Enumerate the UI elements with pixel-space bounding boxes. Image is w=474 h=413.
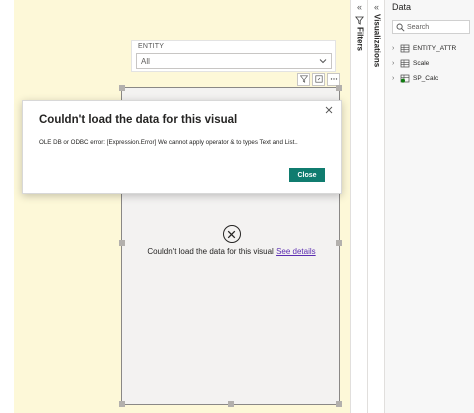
chevron-right-icon[interactable]: › xyxy=(392,60,400,67)
search-placeholder: Search xyxy=(407,24,430,31)
search-icon xyxy=(396,23,405,32)
data-pane: Data Search › ENTITY_ATTR › Scale › SP_C… xyxy=(385,0,474,413)
list-item[interactable]: › ENTITY_ATTR xyxy=(392,41,474,56)
visual-filter-button[interactable] xyxy=(297,72,310,86)
dialog-title: Couldn't load the data for this visual xyxy=(39,114,238,126)
resize-handle[interactable] xyxy=(119,401,125,407)
visualizations-label: Visualizations xyxy=(372,14,382,68)
focus-mode-button[interactable] xyxy=(312,72,325,86)
list-item[interactable]: › SP_Calc xyxy=(392,71,474,86)
data-search-input[interactable]: Search xyxy=(392,20,470,34)
slicer-dropdown[interactable]: All xyxy=(136,53,332,69)
resize-handle[interactable] xyxy=(228,401,234,407)
chevron-right-icon[interactable]: › xyxy=(392,45,400,52)
resize-handle[interactable] xyxy=(119,85,125,91)
resize-handle[interactable] xyxy=(336,85,342,91)
slicer-selected-value: All xyxy=(141,57,150,66)
filters-pane[interactable]: « Filters xyxy=(350,0,368,413)
chevron-right-icon[interactable]: › xyxy=(392,75,400,82)
field-name: ENTITY_ATTR xyxy=(413,45,457,52)
entity-slicer[interactable]: ENTITY All xyxy=(131,40,336,72)
more-options-icon xyxy=(330,78,337,80)
field-name: Scale xyxy=(413,60,430,67)
dialog-error-message: OLE DB or ODBC error: [Expression.Error]… xyxy=(39,139,298,146)
focus-mode-icon xyxy=(314,75,323,83)
filter-icon xyxy=(299,75,308,83)
resize-handle[interactable] xyxy=(336,401,342,407)
table-icon xyxy=(400,44,410,53)
expand-visualizations-icon[interactable]: « xyxy=(371,2,382,12)
calculated-table-icon xyxy=(400,74,410,83)
slicer-title: ENTITY xyxy=(138,43,165,50)
error-circle-icon xyxy=(222,225,241,243)
expand-filters-icon[interactable]: « xyxy=(354,2,365,12)
visualizations-pane[interactable]: « Visualizations xyxy=(368,0,385,413)
list-item[interactable]: › Scale xyxy=(392,56,474,71)
data-pane-title: Data xyxy=(392,2,412,12)
table-icon xyxy=(400,59,410,68)
more-options-button[interactable] xyxy=(327,72,340,86)
field-name: SP_Calc xyxy=(413,75,439,82)
filter-icon xyxy=(355,16,364,25)
visual-error-line: Couldn't load the data for this visual S… xyxy=(122,247,341,256)
field-list: › ENTITY_ATTR › Scale › SP_Calc xyxy=(392,41,474,86)
see-details-link[interactable]: See details xyxy=(276,247,316,256)
close-icon xyxy=(325,106,333,114)
close-button[interactable]: Close xyxy=(289,168,325,182)
canvas-margin xyxy=(0,0,14,413)
visual-header xyxy=(294,72,340,86)
visual-error-message: Couldn't load the data for this visual S… xyxy=(122,225,341,256)
dialog-close-button[interactable] xyxy=(323,105,335,117)
chevron-down-icon xyxy=(319,59,327,64)
visual-error-text: Couldn't load the data for this visual xyxy=(147,247,274,256)
error-dialog: Couldn't load the data for this visual O… xyxy=(22,100,342,194)
filters-label: Filters xyxy=(355,27,365,52)
